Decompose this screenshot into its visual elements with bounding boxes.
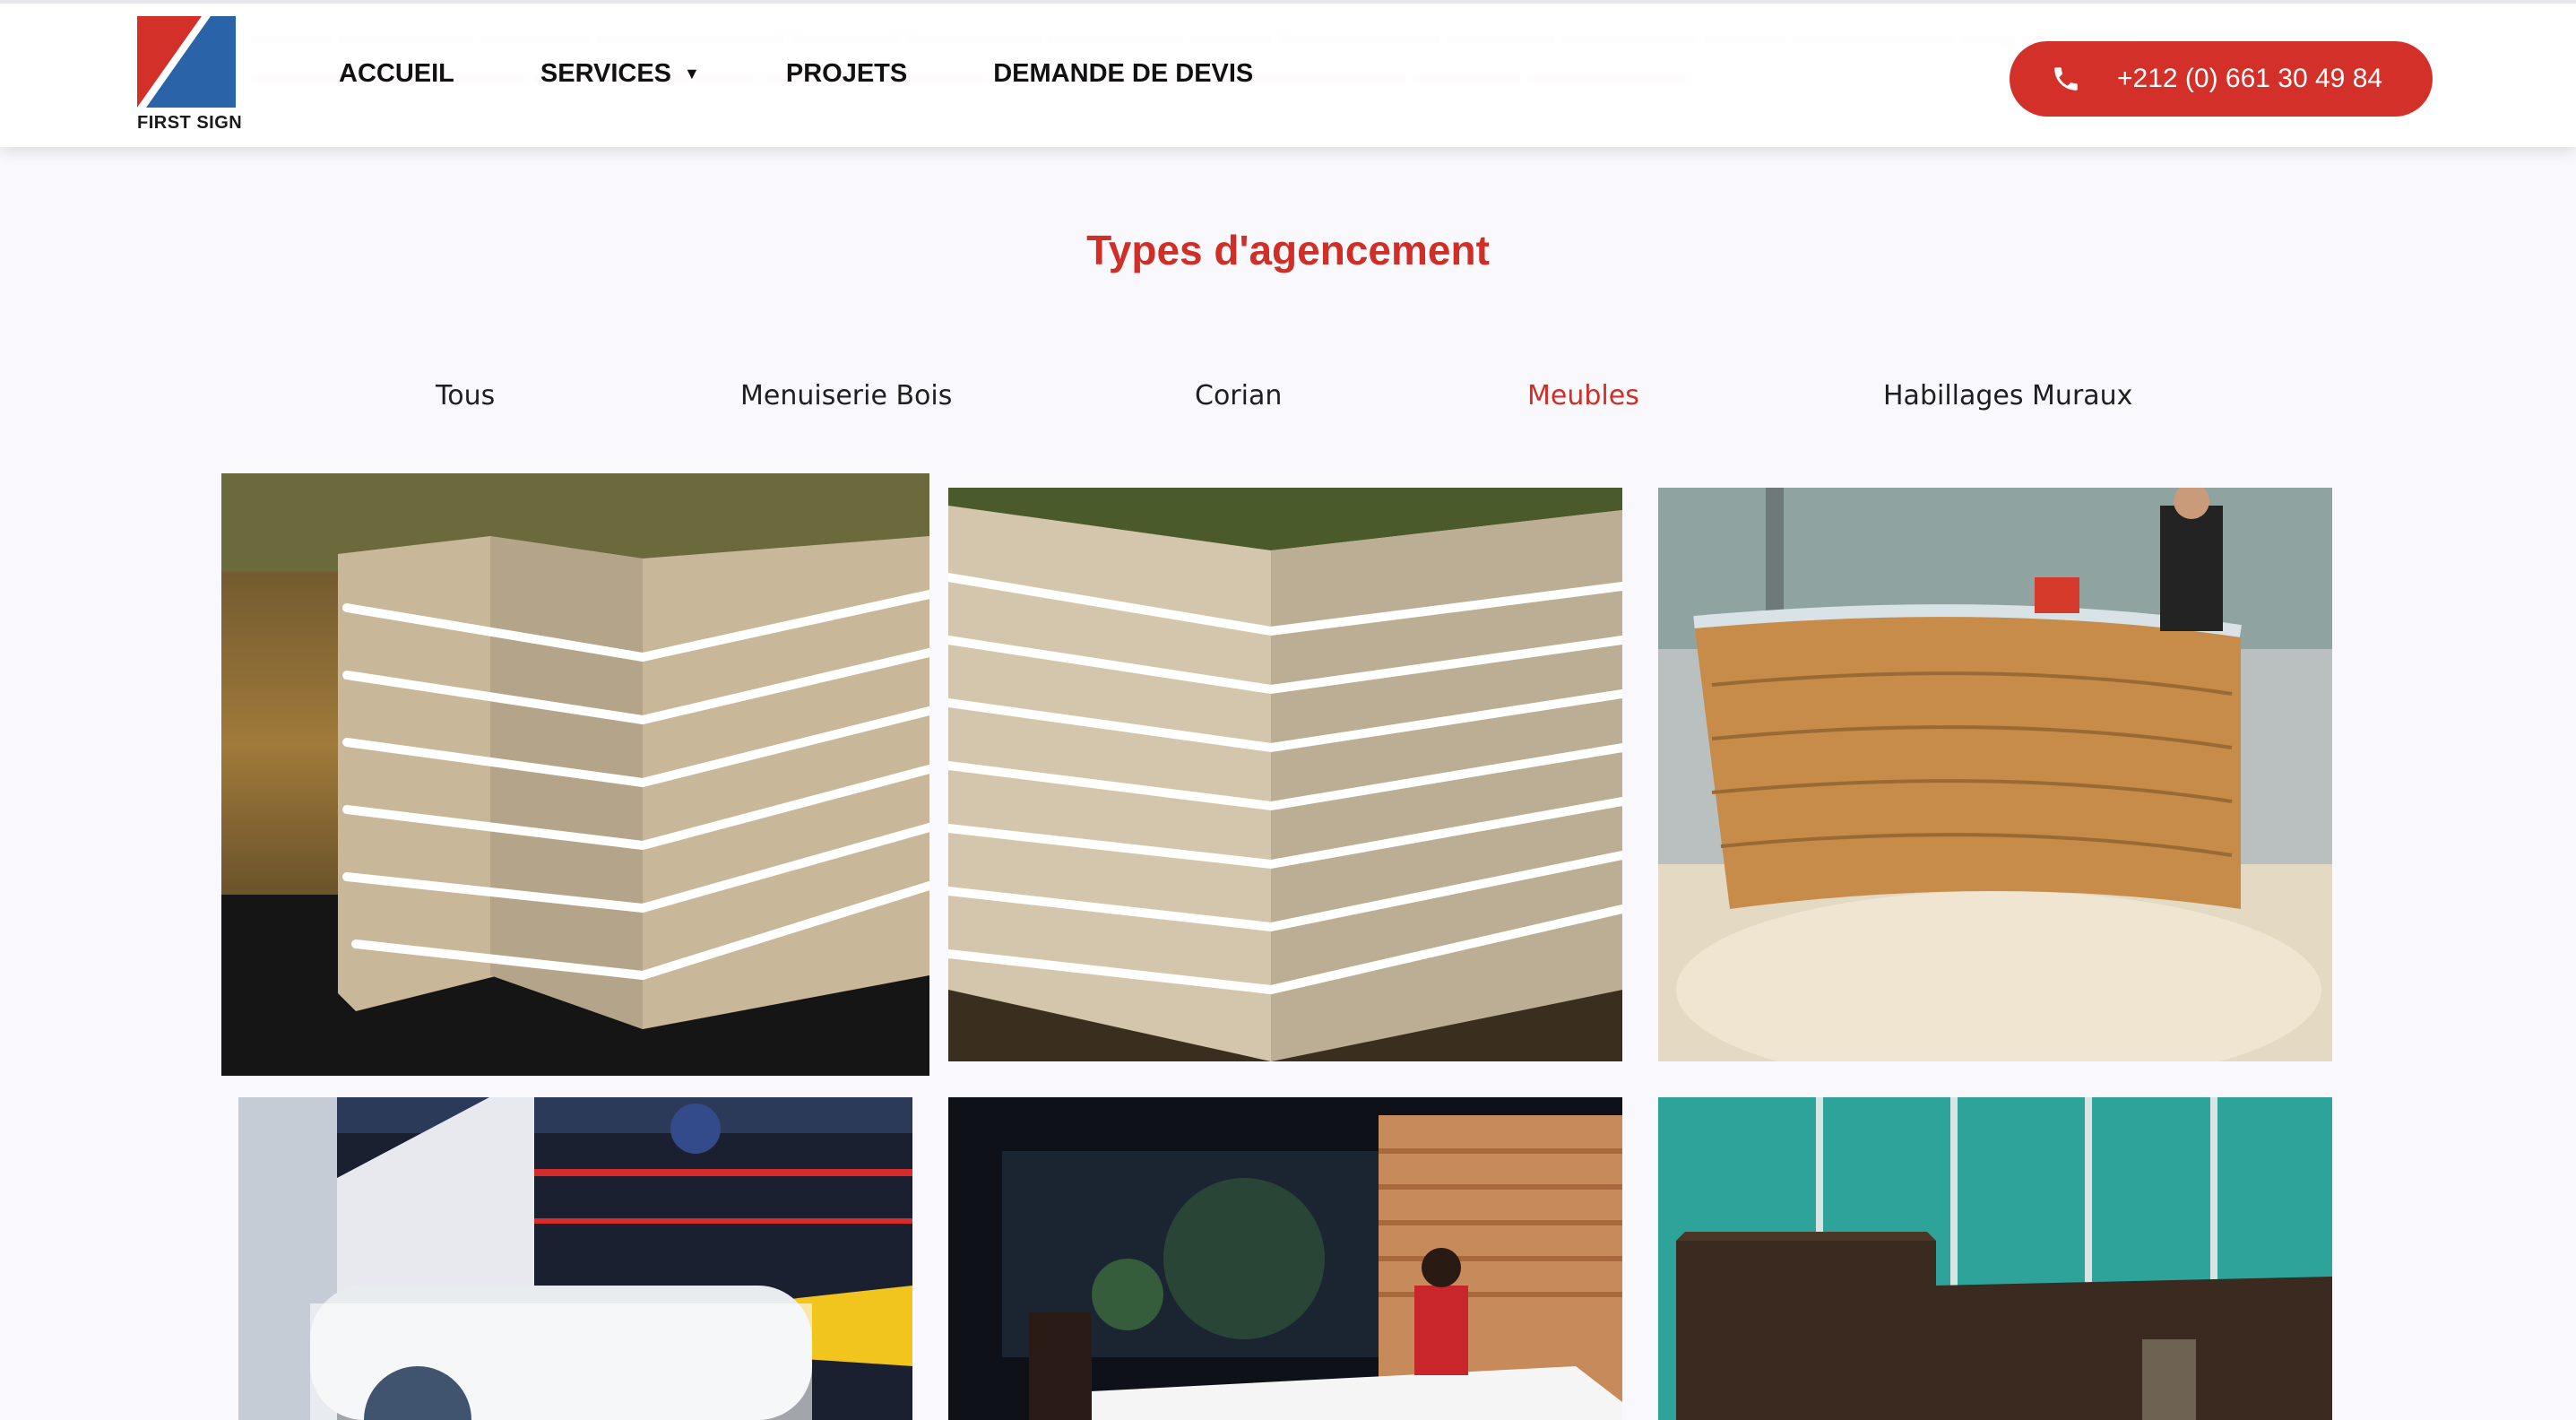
phone-button[interactable]: +212 (0) 661 30 49 84	[2010, 41, 2433, 117]
nav-accueil[interactable]: ACCUEIL	[339, 59, 454, 89]
nav-projets[interactable]: PROJETS	[786, 59, 907, 89]
main-nav: ACCUEIL SERVICES ▼ PROJETS DEMANDE DE DE…	[339, 59, 1339, 89]
logo-mark	[137, 16, 236, 108]
phone-number: +212 (0) 661 30 49 84	[2117, 64, 2383, 93]
gallery-item[interactable]	[1658, 1097, 2332, 1420]
curved-wood-desk-image	[1658, 488, 2332, 1061]
gallery-item[interactable]	[221, 473, 929, 1076]
showroom-desk-image	[238, 1097, 912, 1420]
nav-demande-de-devis[interactable]: DEMANDE DE DEVIS	[993, 59, 1253, 89]
nav-projets-label: PROJETS	[785, 59, 908, 88]
gallery-item[interactable]	[948, 1097, 1622, 1420]
filter-corian[interactable]: Corian	[1195, 380, 1282, 411]
nav-services-label: SERVICES	[540, 59, 672, 88]
logo-text: FIRST SIGN	[137, 113, 243, 133]
nav-services[interactable]: SERVICES ▼	[540, 59, 700, 89]
gallery-item[interactable]	[238, 1097, 912, 1420]
filter-meubles[interactable]: Meubles	[1527, 380, 1639, 411]
gallery-item[interactable]	[1658, 488, 2332, 1061]
filter-habillages-muraux[interactable]: Habillages Muraux	[1883, 380, 2132, 411]
site-header: FIRST SIGN ACCUEIL SERVICES ▼ PROJETS DE…	[0, 0, 2576, 147]
caret-down-icon: ▼	[684, 65, 700, 82]
tv-studio-desk-image	[948, 1097, 1622, 1420]
nav-accueil-label: ACCUEIL	[339, 59, 454, 88]
led-reception-desk-image	[221, 473, 929, 1076]
dark-counter-image	[1658, 1097, 2332, 1420]
filter-menuiserie-bois[interactable]: Menuiserie Bois	[740, 380, 952, 411]
section-title: Types d'agencement	[1086, 227, 1490, 273]
brand-logo[interactable]: FIRST SIGN	[137, 16, 242, 133]
led-reception-desk-image-2	[948, 488, 1622, 1061]
nav-devis-label: DEMANDE DE DEVIS	[993, 59, 1254, 88]
filter-tous[interactable]: Tous	[436, 380, 495, 411]
filter-tabs: Tous Menuiserie Bois Corian Meubles Habi…	[0, 380, 2576, 425]
gallery-item[interactable]	[948, 488, 1622, 1061]
phone-icon	[2054, 67, 2078, 91]
